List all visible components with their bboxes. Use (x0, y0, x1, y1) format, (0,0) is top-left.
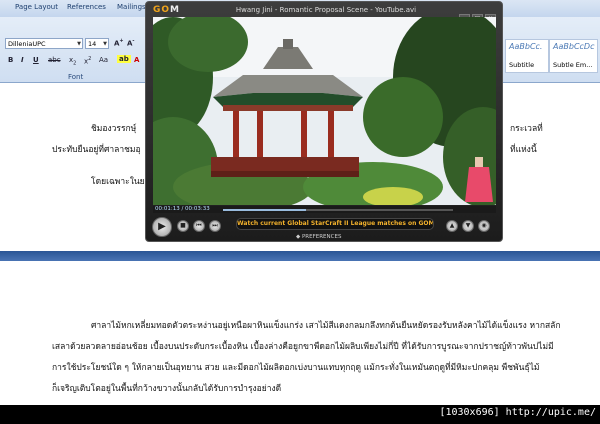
text-line: ก็เจริญเติบโตอยู่ในพื้นที่กว้างขวางนั้นก… (52, 384, 282, 394)
time-readout: 00:01:13 / 00:03:33 (155, 206, 210, 212)
font-color-icon[interactable]: A (134, 56, 139, 64)
page-separator (0, 251, 600, 261)
bold-icon[interactable]: B (8, 56, 13, 64)
text-line: ชิมองวรรกษ์ุ (91, 124, 137, 134)
preferences-button[interactable]: ◆ PREFERENCES (296, 234, 341, 240)
text-line: เสลาด้วยลวดลายอ่อนช้อย เบื้องบนประดับกระ… (52, 342, 554, 352)
ticker-banner[interactable]: Watch current Global StarCraft II League… (236, 218, 434, 230)
style-sample: AaBbCc. (509, 42, 543, 51)
text-line: ที่แห่งนี้ (510, 145, 537, 155)
gom-player-window[interactable]: GOM Hwang Jini - Romantic Proposal Scene… (145, 1, 503, 242)
gom-logo: GOM (153, 5, 181, 15)
seek-bar[interactable] (223, 209, 453, 211)
settings-icon[interactable]: ◉ (478, 220, 490, 232)
italic-icon[interactable]: I (21, 56, 24, 64)
font-size-combo[interactable]: 14 ▼ (85, 38, 109, 49)
text-line: การใช้ประโยชน์ใด ๆ ให้กลายเป็นอุทยาน สวย… (52, 363, 540, 373)
watermark-url: [1030x696] http://upic.me/ (439, 407, 596, 418)
document-page[interactable]: ศาลาไม้หกเหลี่ยมทอดตัวตระหง่านอยู่เหนือผ… (0, 261, 600, 405)
video-frame[interactable] (153, 17, 496, 205)
underline-icon[interactable]: U (33, 56, 39, 64)
text-line: โดยเฉพาะในย (91, 177, 145, 187)
strikethrough-icon[interactable]: abc (48, 56, 61, 64)
previous-button[interactable]: ⏮ (193, 220, 205, 232)
text-line: ศาลาไม้หกเหลี่ยมทอดตัวตระหง่านอยู่เหนือผ… (91, 321, 561, 331)
style-sample: AaBbCcDc (553, 42, 595, 51)
style-name: Subtitle (509, 61, 535, 69)
player-title: Hwang Jini - Romantic Proposal Scene - Y… (235, 6, 417, 14)
style-subtle-emphasis[interactable]: AaBbCcDc Subtle Em... (549, 39, 598, 73)
subscript-icon[interactable]: x2 (69, 56, 76, 66)
play-button[interactable]: ▶ (152, 217, 172, 237)
superscript-icon[interactable]: x2 (84, 56, 91, 65)
tab-mailings[interactable]: Mailings (117, 3, 146, 11)
style-name: Subtle Em... (553, 61, 593, 69)
stop-button[interactable]: ■ (177, 220, 189, 232)
tab-page-layout[interactable]: Page Layout (15, 3, 58, 11)
pavilion-scene (153, 17, 496, 205)
font-size-value: 14 (88, 40, 97, 48)
seek-strip[interactable]: 00:01:13 / 00:03:33 (153, 206, 496, 213)
grow-font-icon[interactable]: A+ (114, 38, 124, 47)
volume-down-icon[interactable]: ▼ (462, 220, 474, 232)
next-button[interactable]: ⏭ (209, 220, 221, 232)
change-case-icon[interactable]: Aa (99, 56, 108, 64)
font-name-value: DilleniaUPC (8, 40, 46, 48)
highlight-icon[interactable]: ab (117, 55, 131, 63)
volume-up-icon[interactable]: ▲ (446, 220, 458, 232)
text-line: กระเวลที่ (510, 124, 543, 134)
chevron-down-icon: ▼ (103, 41, 107, 47)
shrink-font-icon[interactable]: A- (127, 38, 135, 47)
text-line: ประทับยืนอยู่ที่ศาลาชมอุ (52, 145, 141, 155)
font-name-combo[interactable]: DilleniaUPC ▼ (5, 38, 83, 49)
style-subtitle[interactable]: AaBbCc. Subtitle (505, 39, 549, 73)
seek-progress (223, 209, 306, 211)
chevron-down-icon: ▼ (77, 41, 81, 47)
tab-references[interactable]: References (67, 3, 106, 11)
font-group-label: Font (68, 73, 84, 81)
